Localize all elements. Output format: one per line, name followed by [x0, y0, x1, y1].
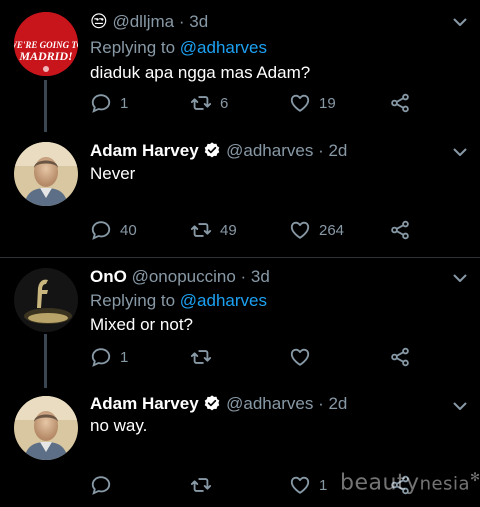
reply-icon — [90, 92, 112, 114]
watermark-suffix: nesia — [419, 473, 470, 495]
tweet-item[interactable]: WE'RE GOING TO MADRID! 😒 @dlljma · 3d Re… — [0, 0, 480, 130]
reply-count: 1 — [120, 348, 129, 366]
user-handle[interactable]: @adharves — [226, 141, 313, 160]
avatar[interactable]: WE'RE GOING TO MADRID! — [14, 12, 78, 76]
reply-count: 1 — [120, 94, 129, 112]
emoji-name: 😒 — [90, 12, 108, 31]
share-icon — [389, 92, 411, 114]
display-name[interactable]: Adam Harvey — [90, 394, 199, 413]
retweet-button[interactable]: 6 — [190, 92, 228, 114]
tweet-time: · 3d — [240, 267, 270, 286]
like-icon — [289, 474, 311, 496]
tweet-text: Never — [90, 164, 136, 183]
share-icon — [389, 346, 411, 368]
retweet-count: 49 — [220, 221, 237, 239]
tweet-header: OnO @onopuccino · 3d — [90, 267, 270, 287]
like-icon — [289, 219, 311, 241]
like-count: 1 — [319, 476, 328, 494]
avatar-slogan-line2: MADRID! — [18, 49, 72, 63]
tweet-text: no way. — [90, 416, 148, 435]
chevron-down-icon[interactable] — [452, 398, 468, 414]
avatar[interactable] — [14, 268, 78, 332]
like-button[interactable]: 1 — [289, 474, 327, 496]
retweet-count: 6 — [220, 94, 229, 112]
share-button[interactable] — [389, 346, 411, 368]
reply-icon — [90, 346, 112, 368]
retweet-button[interactable]: 49 — [190, 219, 237, 241]
reply-count: 40 — [120, 221, 137, 239]
tweet-header: Adam Harvey @adharves · 2d — [90, 394, 347, 414]
tweet-item[interactable]: Adam Harvey @adharves · 2d Never 40 49 2… — [0, 130, 480, 258]
replying-prefix: Replying to — [90, 291, 180, 310]
tweet-time: · 2d — [318, 141, 348, 160]
watermark-brand: beauty — [340, 470, 420, 496]
tweet-header: 😒 @dlljma · 3d — [90, 12, 208, 32]
like-count: 19 — [319, 94, 336, 112]
mention-link[interactable]: @adharves — [180, 38, 267, 57]
verified-badge-icon — [203, 141, 221, 159]
retweet-icon — [190, 346, 212, 368]
display-name[interactable]: Adam Harvey — [90, 141, 199, 160]
like-icon — [289, 92, 311, 114]
retweet-icon — [190, 92, 212, 114]
mention-link[interactable]: @adharves — [180, 291, 267, 310]
replying-to: Replying to @adharves — [90, 291, 267, 311]
user-handle[interactable]: @onopuccino — [132, 267, 236, 286]
replying-prefix: Replying to — [90, 38, 180, 57]
chevron-down-icon[interactable] — [452, 270, 468, 286]
chevron-down-icon[interactable] — [452, 144, 468, 160]
like-button[interactable]: 19 — [289, 92, 336, 114]
retweet-button[interactable] — [190, 346, 220, 368]
tweet-text: diaduk apa ngga mas Adam? — [90, 63, 311, 82]
tweet-item[interactable]: OnO @onopuccino · 3d Replying to @adharv… — [0, 258, 480, 384]
reply-button[interactable]: 40 — [90, 219, 137, 241]
chevron-down-icon[interactable] — [452, 14, 468, 30]
tweet-time: · 3d — [178, 12, 209, 31]
avatar[interactable] — [14, 396, 78, 460]
reply-button[interactable]: 1 — [90, 92, 128, 114]
reply-icon — [90, 219, 112, 241]
replying-to: Replying to @adharves — [90, 38, 267, 58]
retweet-icon — [190, 474, 212, 496]
tweet-header: Adam Harvey @adharves · 2d — [90, 141, 347, 161]
tweet-time: · 2d — [318, 394, 348, 413]
share-icon — [389, 219, 411, 241]
like-button[interactable] — [289, 346, 319, 368]
user-handle[interactable]: @adharves — [226, 394, 313, 413]
tweet-text: Mixed or not? — [90, 315, 193, 334]
like-count: 264 — [319, 221, 345, 239]
share-button[interactable] — [389, 219, 411, 241]
like-icon — [289, 346, 311, 368]
retweet-button[interactable] — [190, 474, 220, 496]
verified-badge-icon — [203, 394, 221, 412]
watermark: beautynesia✻ — [340, 470, 480, 495]
share-button[interactable] — [389, 92, 411, 114]
retweet-icon — [190, 219, 212, 241]
display-name[interactable]: OnO — [90, 267, 127, 286]
reply-button[interactable]: 1 — [90, 346, 128, 368]
like-button[interactable]: 264 — [289, 219, 344, 241]
user-handle[interactable]: @dlljma — [112, 12, 174, 31]
avatar[interactable] — [14, 142, 78, 206]
watermark-star: ✻ — [469, 470, 480, 484]
reply-icon — [90, 474, 112, 496]
reply-button[interactable] — [90, 474, 120, 496]
